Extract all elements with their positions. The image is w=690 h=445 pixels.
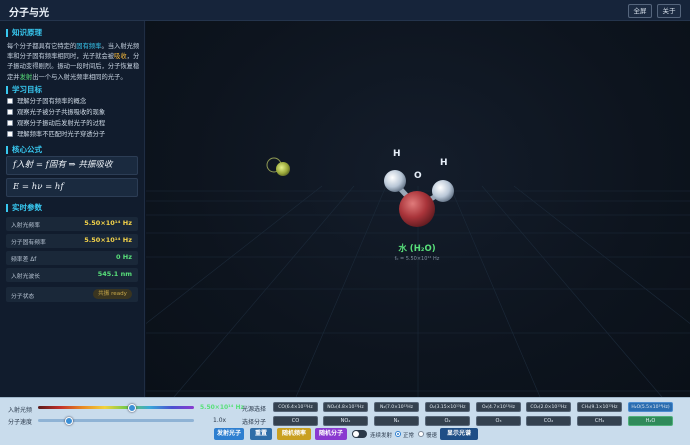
continuous-label: 连续发射 bbox=[370, 433, 393, 439]
molecule-button-n2[interactable]: N₂ bbox=[374, 416, 419, 426]
molecule-button-co2[interactable]: CO₂ bbox=[526, 416, 571, 426]
text-segment: 每个分子都具有它特定的 bbox=[7, 43, 77, 50]
param-label: 入射光波长 bbox=[11, 274, 40, 280]
highlight-text: 吸收 bbox=[114, 53, 127, 61]
molecule-frequency: f₀ = 5.50×10¹⁴ Hz bbox=[395, 256, 440, 262]
goal-item[interactable]: 理解分子固有频率的概念 bbox=[7, 97, 86, 107]
param-label: 分子固有频率 bbox=[11, 240, 46, 246]
frequency-slider-thumb[interactable] bbox=[127, 404, 136, 412]
show-spectrum-button[interactable]: 显示光谱 bbox=[440, 428, 478, 440]
molecule-button-h2o[interactable]: H₂O bbox=[628, 416, 673, 426]
goal-label: 理解频率不匹配时光子穿透分子 bbox=[17, 131, 106, 138]
preset-label: 光源选择 bbox=[242, 406, 267, 413]
param-row-molecule-state: 分子状态 共振 ready bbox=[6, 287, 138, 302]
about-button[interactable]: 关于 bbox=[657, 4, 681, 18]
resonance-formula: f入射 = f固有 ⇒ 共振吸收 bbox=[6, 156, 138, 175]
normal-speed-label: 正常 bbox=[403, 433, 415, 439]
photon bbox=[266, 157, 290, 176]
preset-button-ch4[interactable]: CH₄(9.1×10¹³Hz bbox=[577, 402, 622, 412]
atom-label-h1: H bbox=[393, 149, 401, 159]
random-molecule-button[interactable]: 随机分子 bbox=[315, 428, 347, 440]
frequency-label: 入射光频 bbox=[8, 407, 33, 414]
text-segment: 出一个与入射光频率相同的光子。 bbox=[32, 73, 127, 81]
molecule-label: 选择分子 bbox=[242, 419, 267, 426]
param-value: 5.50×10¹⁴ Hz bbox=[84, 236, 132, 244]
goal-item[interactable]: 观察分子振动后发射光子的过程 bbox=[7, 119, 105, 129]
app-title: 分子与光 bbox=[9, 8, 49, 19]
molecule-viewport[interactable]: H O H 水 (H₂O) f₀ = 5.50×10¹⁴ Hz bbox=[146, 21, 690, 397]
checkbox[interactable] bbox=[7, 98, 13, 104]
preset-button-no2[interactable]: NO₂(4.8×10¹³Hz bbox=[323, 402, 368, 412]
preset-button-o2[interactable]: O₂(3.15×10¹³Hz bbox=[425, 402, 470, 412]
goal-item[interactable]: 理解频率不匹配时光子穿透分子 bbox=[7, 130, 105, 140]
fullscreen-button[interactable]: 全屏 bbox=[628, 4, 652, 18]
checkbox[interactable] bbox=[7, 131, 13, 137]
hydrogen-atom bbox=[384, 170, 406, 192]
atom-label-h2: H bbox=[440, 158, 448, 168]
scene-canvas[interactable]: H O H 水 (H₂O) f₀ = 5.50×10¹⁴ Hz bbox=[146, 21, 690, 397]
hydrogen-atom bbox=[432, 180, 454, 202]
param-row-incident-frequency: 入射光频率 5.50×10¹⁴ Hz bbox=[6, 217, 138, 231]
continuous-toggle[interactable] bbox=[352, 430, 367, 438]
realtime-heading: 实时参数 bbox=[6, 204, 42, 212]
highlight-text: 固有频率 bbox=[76, 43, 102, 50]
frequency-slider[interactable] bbox=[38, 406, 194, 409]
speed-value: 1.0x bbox=[213, 417, 227, 424]
status-badge: 共振 ready bbox=[93, 289, 132, 299]
preset-button-co2[interactable]: CO₂(2.0×10¹³Hz bbox=[526, 402, 571, 412]
energy-formula: E = hν = hf bbox=[6, 178, 138, 197]
param-row-frequency-difference: 频率差 Δf 0 Hz bbox=[6, 251, 138, 265]
reset-button[interactable]: 重置 bbox=[250, 428, 272, 440]
param-value: 0 Hz bbox=[115, 253, 132, 261]
preset-button-o3[interactable]: O₃(4.7×10¹³Hz bbox=[476, 402, 521, 412]
molecule-button-co[interactable]: CO bbox=[273, 416, 318, 426]
preset-button-n2[interactable]: N₂(7.0×10¹³Hz bbox=[374, 402, 419, 412]
param-label: 分子状态 bbox=[11, 294, 35, 300]
param-value: 545.1 nm bbox=[97, 270, 132, 278]
oxygen-atom bbox=[399, 191, 435, 227]
goal-label: 理解分子固有频率的概念 bbox=[17, 98, 87, 105]
frequency-value: 5.50×10¹⁴ Hz bbox=[200, 404, 245, 411]
slow-speed-radio[interactable] bbox=[418, 431, 424, 437]
param-label: 频率差 Δf bbox=[11, 257, 37, 263]
param-label: 入射光频率 bbox=[11, 223, 40, 229]
goal-label: 观察分子振动后发射光子的过程 bbox=[17, 120, 106, 127]
molecule-button-ch4[interactable]: CH₄ bbox=[577, 416, 622, 426]
checkbox[interactable] bbox=[7, 109, 13, 115]
toggle-knob bbox=[353, 431, 359, 437]
checkbox[interactable] bbox=[7, 120, 13, 126]
knowledge-heading: 知识原理 bbox=[6, 29, 42, 37]
fire-photon-button[interactable]: 发射光子 bbox=[214, 428, 244, 440]
preset-button-h2o[interactable]: H₂O(5.5×10¹⁴Hz) bbox=[628, 402, 673, 412]
goal-label: 观察光子被分子共振吸收的现象 bbox=[17, 109, 106, 116]
text-segment: 和分子固有频率相同时，光子就会被 bbox=[13, 53, 115, 61]
knowledge-text: 每个分子都具有它特定的固有频率。当入射光频率和分子固有频率相同时，光子就会被吸收… bbox=[7, 42, 142, 83]
goal-item[interactable]: 观察光子被分子共振吸收的现象 bbox=[7, 108, 105, 118]
radio-dot bbox=[397, 433, 399, 435]
molecule-button-o3[interactable]: O₃ bbox=[476, 416, 521, 426]
random-frequency-button[interactable]: 随机频率 bbox=[277, 428, 311, 440]
speed-slider[interactable] bbox=[38, 419, 194, 422]
speed-label: 分子速度 bbox=[8, 419, 33, 426]
param-row-natural-frequency: 分子固有频率 5.50×10¹⁴ Hz bbox=[6, 234, 138, 248]
goals-heading: 学习目标 bbox=[6, 86, 42, 94]
molecule-name: 水 (H₂O) bbox=[397, 243, 435, 254]
slow-speed-label: 慢速 bbox=[426, 433, 438, 439]
formula-heading: 核心公式 bbox=[6, 146, 42, 154]
molecule-button-no2[interactable]: NO₂ bbox=[323, 416, 368, 426]
molecule-button-o2[interactable]: O₂ bbox=[425, 416, 470, 426]
preset-button-co[interactable]: CO(6.4×10¹³Hz bbox=[273, 402, 318, 412]
normal-speed-radio[interactable] bbox=[395, 431, 401, 437]
param-row-wavelength: 入射光波长 545.1 nm bbox=[6, 268, 138, 282]
atom-label-o: O bbox=[414, 171, 422, 181]
param-value: 5.50×10¹⁴ Hz bbox=[84, 219, 132, 227]
top-bar: 分子与光 全屏 关于 bbox=[0, 0, 690, 21]
